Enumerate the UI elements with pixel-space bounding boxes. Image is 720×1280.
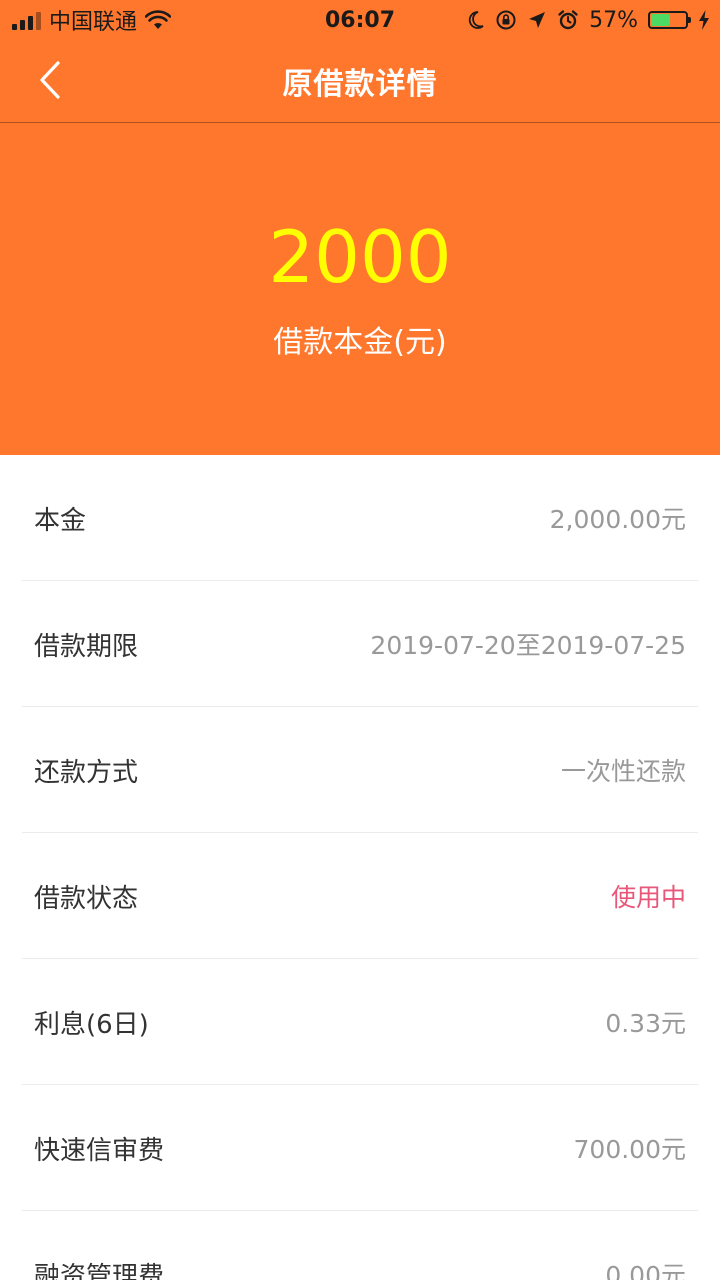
orientation-lock-icon	[496, 10, 516, 30]
detail-row-repayment-method: 还款方式 一次性还款	[22, 707, 698, 833]
alarm-clock-icon	[558, 10, 578, 30]
charging-bolt-icon	[699, 10, 709, 30]
battery-percent: 57%	[589, 7, 638, 33]
detail-row-principal: 本金 2,000.00元	[22, 455, 698, 581]
status-right: 57%	[467, 0, 710, 40]
detail-label: 利息(6日)	[34, 1009, 149, 1040]
detail-value: 700.00元	[573, 1135, 686, 1164]
detail-label: 融资管理费	[34, 1261, 165, 1280]
detail-row-credit-review-fee: 快速信审费 700.00元	[22, 1085, 698, 1211]
loan-summary-banner: 2000 借款本金(元)	[0, 123, 720, 455]
detail-label: 快速信审费	[34, 1135, 165, 1166]
detail-row-interest: 利息(6日) 0.33元	[22, 959, 698, 1085]
detail-row-loan-status: 借款状态 使用中	[22, 833, 698, 959]
detail-row-loan-term: 借款期限 2019-07-20至2019-07-25	[22, 581, 698, 707]
screen: 中国联通 06:07 57% 原借款详情 2000 借款本金(元) 本金 2,0…	[0, 0, 720, 1280]
status-bar: 中国联通 06:07 57%	[0, 0, 720, 40]
nav-bar: 原借款详情	[0, 40, 720, 123]
detail-row-financing-management-fee: 融资管理费 0.00元	[22, 1211, 698, 1280]
detail-value: 2019-07-20至2019-07-25	[370, 631, 686, 660]
loan-detail-list: 本金 2,000.00元 借款期限 2019-07-20至2019-07-25 …	[0, 455, 720, 1280]
battery-fill	[651, 14, 670, 26]
detail-value: 0.00元	[605, 1261, 686, 1280]
detail-value: 0.33元	[605, 1009, 686, 1038]
detail-value: 2,000.00元	[549, 505, 686, 534]
detail-label: 本金	[34, 505, 87, 536]
detail-label: 借款期限	[34, 631, 139, 662]
detail-value: 一次性还款	[560, 757, 686, 786]
principal-caption: 借款本金(元)	[273, 325, 447, 360]
status-badge: 使用中	[610, 883, 686, 912]
page-title: 原借款详情	[282, 67, 438, 102]
location-arrow-icon	[529, 12, 546, 28]
battery-icon	[648, 11, 691, 29]
moon-icon	[468, 11, 484, 29]
principal-amount: 2000	[268, 215, 452, 299]
detail-label: 借款状态	[34, 883, 139, 914]
detail-label: 还款方式	[34, 757, 139, 788]
